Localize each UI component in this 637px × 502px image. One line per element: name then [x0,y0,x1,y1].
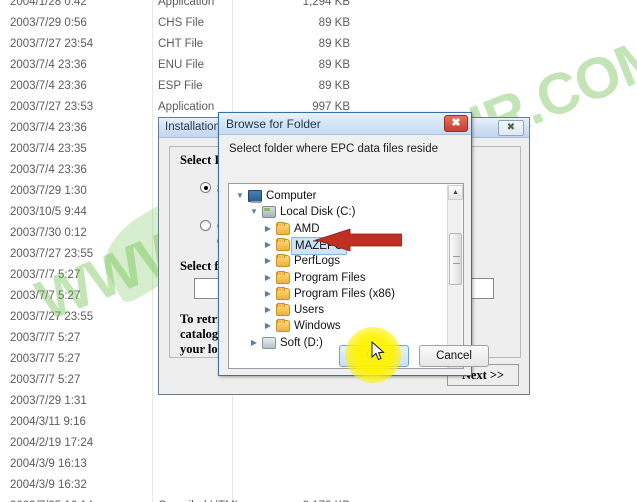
computer-icon [248,190,262,203]
chevron-right-icon[interactable]: ▶ [263,273,273,283]
table-row[interactable]: 2004/3/9 16:32 [0,475,637,496]
cancel-button[interactable]: Cancel [419,345,489,367]
folder-tree[interactable]: ▼ Computer ▼ Local Disk (C:) ▶ AMD ▶ MAZEPC ▶ Per… [228,183,464,369]
cell-date: 2003/7/7 5:27 [10,290,81,302]
cell-date: 2004/3/11 9:16 [10,416,86,428]
scroll-up-icon[interactable]: ▲ [448,185,463,200]
browse-dialog-prompt: Select folder where EPC data files resid… [229,143,439,155]
tree-item-label: PerfLogs [294,255,341,268]
chevron-right-icon[interactable]: ▶ [263,224,273,234]
chevron-right-icon[interactable]: ▶ [263,256,273,266]
folder-icon [276,303,290,317]
cell-date: 2003/7/4 23:35 [10,143,87,155]
cell-date: 2003/10/5 9:44 [10,206,87,218]
cell-date: 2003/7/27 23:55 [10,311,94,323]
tree-item-label: Users [294,304,325,317]
folder-icon [276,286,290,300]
cell-date: 2003/7/7 5:27 [10,269,81,281]
folder-icon [276,270,290,284]
folder-icon [276,319,290,333]
radio-dot-client[interactable] [200,220,211,231]
folder-icon [276,254,290,268]
table-row[interactable]: 2004/1/28 0:42 Application 1,294 KB [0,0,637,13]
cell-date: 2003/7/4 23:36 [10,59,87,71]
browse-dialog-title: Browse for Folder [226,117,321,131]
tree-item-label: Computer [266,190,317,202]
disk-icon [262,206,276,219]
folder-icon [276,237,290,251]
tree-scrollbar[interactable]: ▲ ▼ [447,185,463,368]
cell-date: 2004/2/19 17:24 [10,437,94,449]
table-row[interactable]: 2003/7/29 0:56 CHS File 89 KB [0,13,637,34]
chevron-right-icon[interactable]: ▶ [263,305,273,315]
close-icon[interactable]: ✖ [444,115,468,132]
browse-for-folder-dialog[interactable]: Browse for Folder ✖ Select folder where … [218,112,489,376]
cell-date: 2003/7/29 1:31 [10,395,87,407]
cell-date: 2003/7/4 23:36 [10,164,87,176]
cell-date: 2004/1/28 0:42 [10,0,87,8]
chevron-down-icon[interactable]: ▼ [235,191,245,201]
screen: 2004/1/28 0:42 Application 1,294 KB 2003/7/… [0,0,637,502]
table-row[interactable]: 2003/7/25 16:14Compiled HTML ...2,170 KB [0,496,637,502]
cell-date: 2003/7/7 5:27 [10,332,81,344]
cell-size: 2,170 KB [240,496,350,502]
cell-date: 2003/7/27 23:55 [10,248,94,260]
cell-size: 89 KB [318,38,350,50]
radio-dot-server[interactable] [200,182,211,193]
cell-date: 2004/3/9 16:32 [10,479,87,491]
table-row[interactable]: 2003/7/4 23:36 ENU File 89 KB [0,55,637,76]
table-row[interactable]: 2004/3/11 9:16 [0,412,637,433]
table-row[interactable]: 2004/3/9 16:13 [0,454,637,475]
cell-date: 2003/7/29 1:30 [10,185,87,197]
scrollbar-thumb[interactable] [449,233,462,285]
cell-size: 89 KB [318,80,350,92]
cell-size: 89 KB [318,17,350,29]
cell-date: 2003/7/7 5:27 [10,353,81,365]
chevron-right-icon[interactable]: ▶ [263,321,273,331]
table-row[interactable]: 2003/7/4 23:36 ESP File 89 KB [0,76,637,97]
table-row[interactable]: 2003/7/27 23:54 CHT File 89 KB [0,34,637,55]
ok-button[interactable]: OK [339,345,409,367]
cell-date: 2003/7/27 23:53 [10,101,94,113]
cell-date: 2004/3/9 16:13 [10,458,87,470]
cell-size: 1,294 KB [302,0,350,8]
tree-item-label: AMD [294,222,320,235]
cell-date: 2003/7/4 23:36 [10,122,87,134]
cell-date: 2003/7/25 16:14 [10,496,150,502]
browse-dialog-buttons: OK Cancel [219,345,489,369]
cell-date: 2003/7/29 0:56 [10,17,87,29]
browse-dialog-titlebar[interactable]: Browse for Folder ✖ [219,113,471,135]
tree-item-label: Program Files [294,271,366,284]
tree-item-label: Local Disk (C:) [280,206,356,219]
chevron-down-icon[interactable]: ▼ [249,207,259,217]
folder-icon [276,221,290,235]
cell-date: 2003/7/27 23:54 [10,38,94,50]
tree-item-label: Windows [294,320,341,333]
cell-date: 2003/7/30 0:12 [10,227,87,239]
table-row[interactable]: 2004/2/19 17:24 [0,433,637,454]
chevron-right-icon[interactable]: ▶ [263,240,273,250]
tree-item-label: Program Files (x86) [294,287,395,300]
tree-item-label: MAZEPC [291,236,347,255]
chevron-right-icon[interactable]: ▶ [263,289,273,299]
cell-date: 2003/7/7 5:27 [10,374,81,386]
close-icon[interactable]: ✖ [498,120,524,136]
cell-date: 2003/7/4 23:36 [10,80,87,92]
cell-size: 89 KB [318,59,350,71]
